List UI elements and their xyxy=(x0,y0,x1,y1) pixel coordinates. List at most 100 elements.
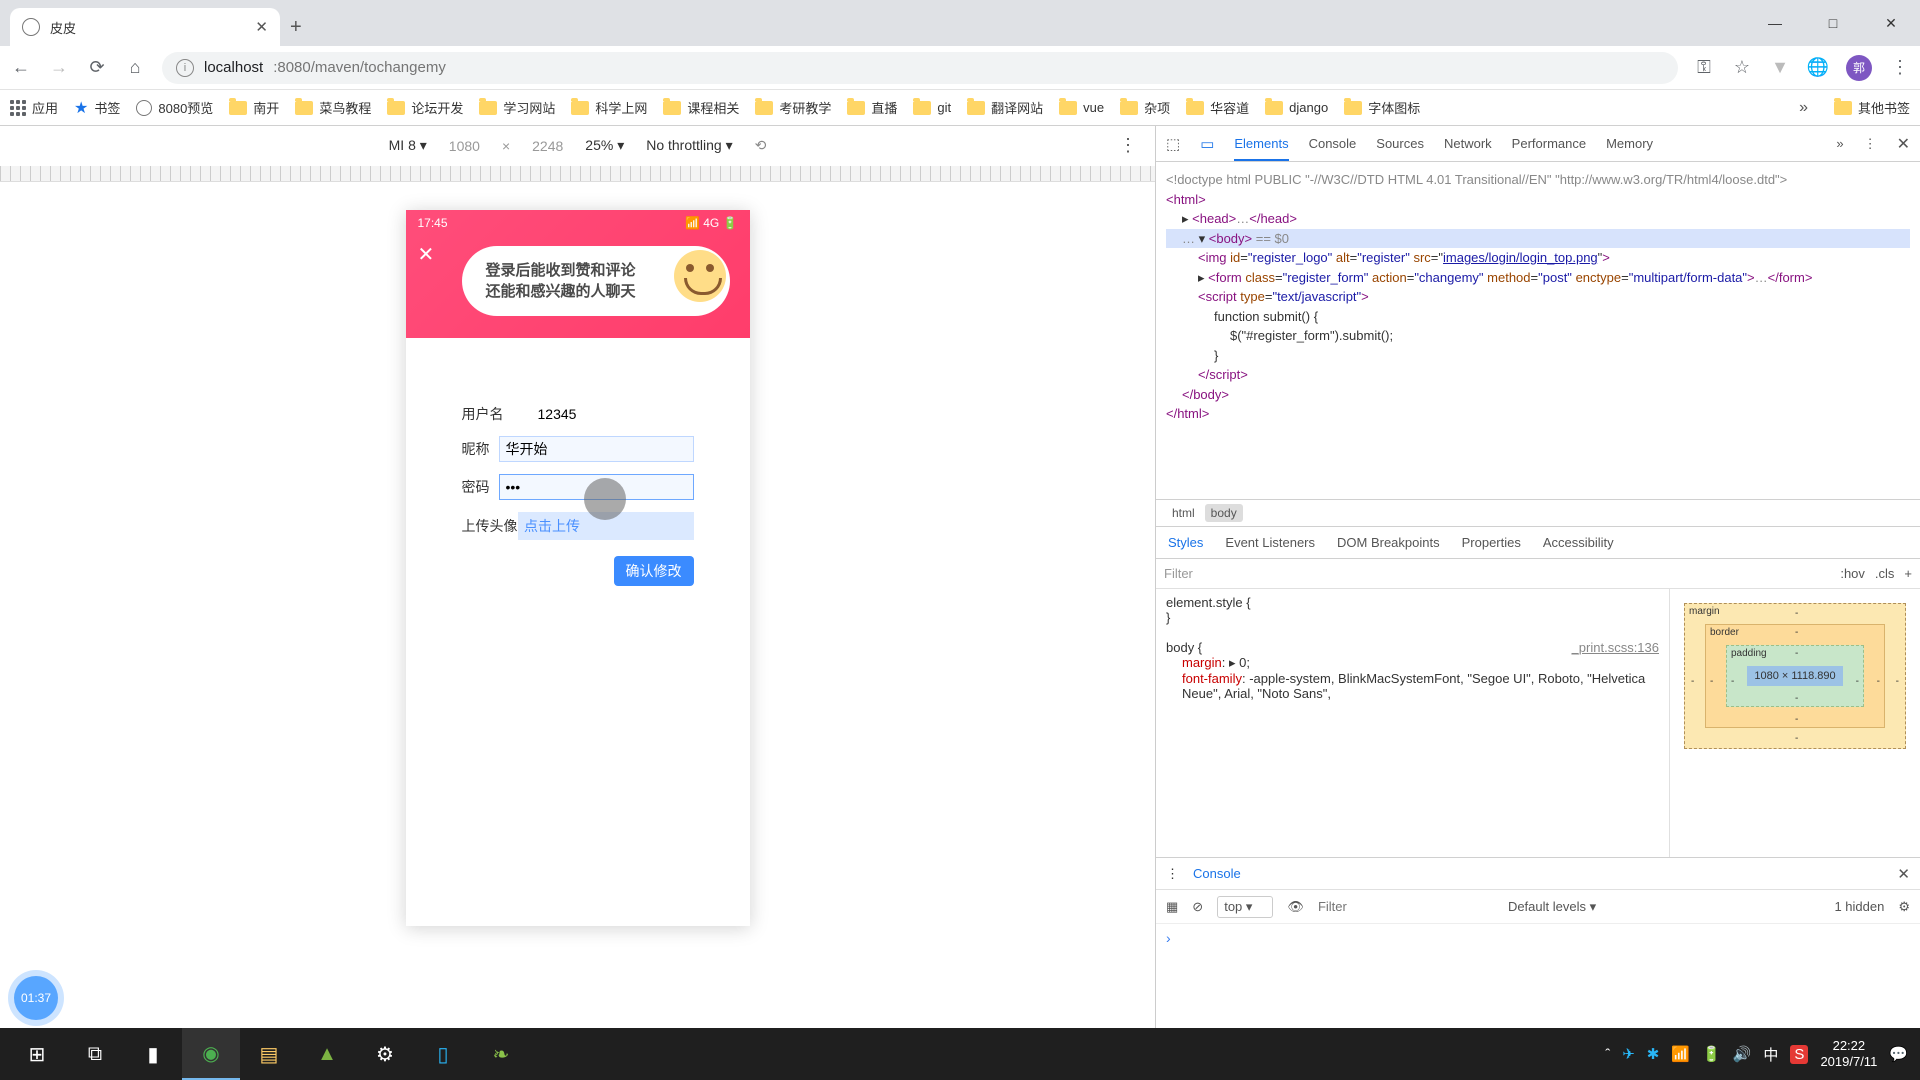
bookmark-folder[interactable]: 直播 xyxy=(847,98,897,117)
telegram-icon[interactable]: ✈ xyxy=(1622,1045,1635,1063)
bookmark-folder[interactable]: 考研教学 xyxy=(755,98,831,117)
tab-dom-breakpoints[interactable]: DOM Breakpoints xyxy=(1337,535,1440,550)
password-key-icon[interactable]: ⚿ xyxy=(1694,58,1714,78)
eye-icon[interactable]: 👁 xyxy=(1287,899,1304,915)
tab-properties[interactable]: Properties xyxy=(1462,535,1521,550)
bookmark-folder[interactable]: 南开 xyxy=(229,98,279,117)
submit-button[interactable]: 确认修改 xyxy=(614,556,694,586)
bookmark-folder[interactable]: django xyxy=(1265,100,1328,115)
tab-sources[interactable]: Sources xyxy=(1376,136,1424,151)
device-select[interactable]: MI 8 ▾ xyxy=(389,137,427,154)
tab-performance[interactable]: Performance xyxy=(1512,136,1586,151)
bookmark-star[interactable]: ★书签 xyxy=(74,98,120,118)
bookmark-folder[interactable]: git xyxy=(913,100,951,115)
chrome-icon[interactable]: ◉ xyxy=(182,1028,240,1080)
devtools-menu-icon[interactable]: ⋮ xyxy=(1864,136,1877,152)
cls-toggle[interactable]: .cls xyxy=(1875,566,1895,581)
phone-app-icon[interactable]: ▯ xyxy=(414,1028,472,1080)
console-filter-input[interactable] xyxy=(1318,899,1494,914)
recording-time-badge[interactable]: 01:37 xyxy=(14,976,58,1020)
tab-styles[interactable]: Styles xyxy=(1168,535,1203,550)
close-window-button[interactable]: ✕ xyxy=(1862,0,1920,46)
task-view-button[interactable]: ⧉ xyxy=(66,1028,124,1080)
back-button[interactable]: ← xyxy=(10,57,32,79)
clear-console-icon[interactable]: ⊘ xyxy=(1192,899,1203,915)
rotate-icon[interactable]: ⟲ xyxy=(755,137,767,154)
console-menu-icon[interactable]: ⋮ xyxy=(1166,866,1179,882)
tabs-overflow-icon[interactable]: » xyxy=(1836,136,1843,151)
app-leaf-icon[interactable]: ❧ xyxy=(472,1028,530,1080)
console-sidebar-icon[interactable]: ▦ xyxy=(1166,899,1178,915)
start-button[interactable]: ⊞ xyxy=(8,1028,66,1080)
hov-toggle[interactable]: :hov xyxy=(1840,566,1865,581)
bookmark-folder[interactable]: 论坛开发 xyxy=(387,98,463,117)
nickname-input[interactable] xyxy=(499,436,694,462)
tab-console[interactable]: Console xyxy=(1309,136,1357,151)
inspect-icon[interactable]: ⬚ xyxy=(1166,135,1180,153)
home-button[interactable]: ⌂ xyxy=(124,57,146,79)
battery-icon[interactable]: 🔋 xyxy=(1702,1045,1721,1063)
console-title[interactable]: Console xyxy=(1193,866,1241,881)
bookmark-folder[interactable]: 科学上网 xyxy=(571,98,647,117)
device-height[interactable]: 2248 xyxy=(532,138,563,154)
throttle-select[interactable]: No throttling ▾ xyxy=(646,137,732,154)
elements-tree[interactable]: <!doctype html PUBLIC "-//W3C//DTD HTML … xyxy=(1156,162,1920,499)
bookmark-folder[interactable]: 翻译网站 xyxy=(967,98,1043,117)
banner-close-icon[interactable]: ✕ xyxy=(418,242,435,267)
bookmark-folder[interactable]: 菜鸟教程 xyxy=(295,98,371,117)
star-bookmark-icon[interactable]: ☆ xyxy=(1732,58,1752,78)
apps-shortcut[interactable]: 应用 xyxy=(10,98,58,117)
tab-accessibility[interactable]: Accessibility xyxy=(1543,535,1614,550)
menu-icon[interactable]: ⋮ xyxy=(1890,58,1910,78)
bookmark-folder[interactable]: vue xyxy=(1059,100,1104,115)
browser-tab[interactable]: 皮皮 ✕ xyxy=(10,8,280,46)
log-level-select[interactable]: Default levels ▾ xyxy=(1508,899,1596,915)
bookmark-folder[interactable]: 课程相关 xyxy=(663,98,739,117)
add-rule-icon[interactable]: + xyxy=(1904,566,1912,581)
device-toggle-icon[interactable]: ▭ xyxy=(1200,135,1214,153)
hidden-count[interactable]: 1 hidden xyxy=(1834,899,1884,914)
tab-elements[interactable]: Elements xyxy=(1234,136,1288,161)
file-explorer-icon[interactable]: ▤ xyxy=(240,1028,298,1080)
bookmark-folder[interactable]: 学习网站 xyxy=(479,98,555,117)
console-body[interactable]: › xyxy=(1156,924,1920,1028)
ime-s-icon[interactable]: S xyxy=(1790,1045,1808,1064)
devtools-close-icon[interactable]: ✕ xyxy=(1897,134,1910,154)
translate-icon[interactable]: 🌐 xyxy=(1808,58,1828,78)
reload-button[interactable]: ⟳ xyxy=(86,57,108,79)
site-info-icon[interactable]: i xyxy=(176,59,194,77)
tab-network[interactable]: Network xyxy=(1444,136,1492,151)
device-width[interactable]: 1080 xyxy=(449,138,480,154)
terminal-icon[interactable]: ▮ xyxy=(124,1028,182,1080)
tab-memory[interactable]: Memory xyxy=(1606,136,1653,151)
tray-icon[interactable]: ✱ xyxy=(1647,1045,1660,1063)
close-tab-icon[interactable]: ✕ xyxy=(255,18,268,36)
context-select[interactable]: top ▾ xyxy=(1217,896,1273,918)
settings-gear-icon[interactable]: ⚙ xyxy=(1898,899,1910,915)
bookmarks-overflow-icon[interactable]: » xyxy=(1799,99,1808,117)
bookmark-folder[interactable]: 华容道 xyxy=(1186,98,1249,117)
maximize-button[interactable]: □ xyxy=(1804,0,1862,46)
breadcrumb[interactable]: html body xyxy=(1156,499,1920,527)
bookmark-8080[interactable]: 8080预览 xyxy=(136,98,213,117)
profile-avatar[interactable]: 郭 xyxy=(1846,55,1872,81)
extension-icon[interactable]: ▼ xyxy=(1770,58,1790,78)
new-tab-button[interactable]: + xyxy=(290,16,302,46)
address-bar[interactable]: i localhost:8080/maven/tochangemy xyxy=(162,52,1678,84)
wifi-icon[interactable]: 📶 xyxy=(1671,1045,1690,1063)
app-green-icon[interactable]: ▲ xyxy=(298,1028,356,1080)
zoom-select[interactable]: 25% ▾ xyxy=(585,137,624,154)
volume-icon[interactable]: 🔊 xyxy=(1733,1045,1752,1063)
minimize-button[interactable]: — xyxy=(1746,0,1804,46)
device-more-icon[interactable]: ⋮ xyxy=(1119,135,1137,156)
styles-rules[interactable]: element.style {} body {_print.scss:136 m… xyxy=(1156,589,1670,857)
ime-cn-icon[interactable]: 中 xyxy=(1763,1044,1778,1065)
other-bookmarks[interactable]: 其他书签 xyxy=(1834,98,1910,117)
tray-clock[interactable]: 22:222019/7/11 xyxy=(1820,1038,1877,1069)
filter-input[interactable]: Filter xyxy=(1164,566,1193,581)
bookmark-folder[interactable]: 字体图标 xyxy=(1344,98,1420,117)
notifications-icon[interactable]: 💬 xyxy=(1889,1045,1908,1063)
bookmark-folder[interactable]: 杂项 xyxy=(1120,98,1170,117)
settings-gear-icon[interactable]: ⚙ xyxy=(356,1028,414,1080)
tray-overflow-icon[interactable]: ˆ xyxy=(1605,1046,1610,1063)
